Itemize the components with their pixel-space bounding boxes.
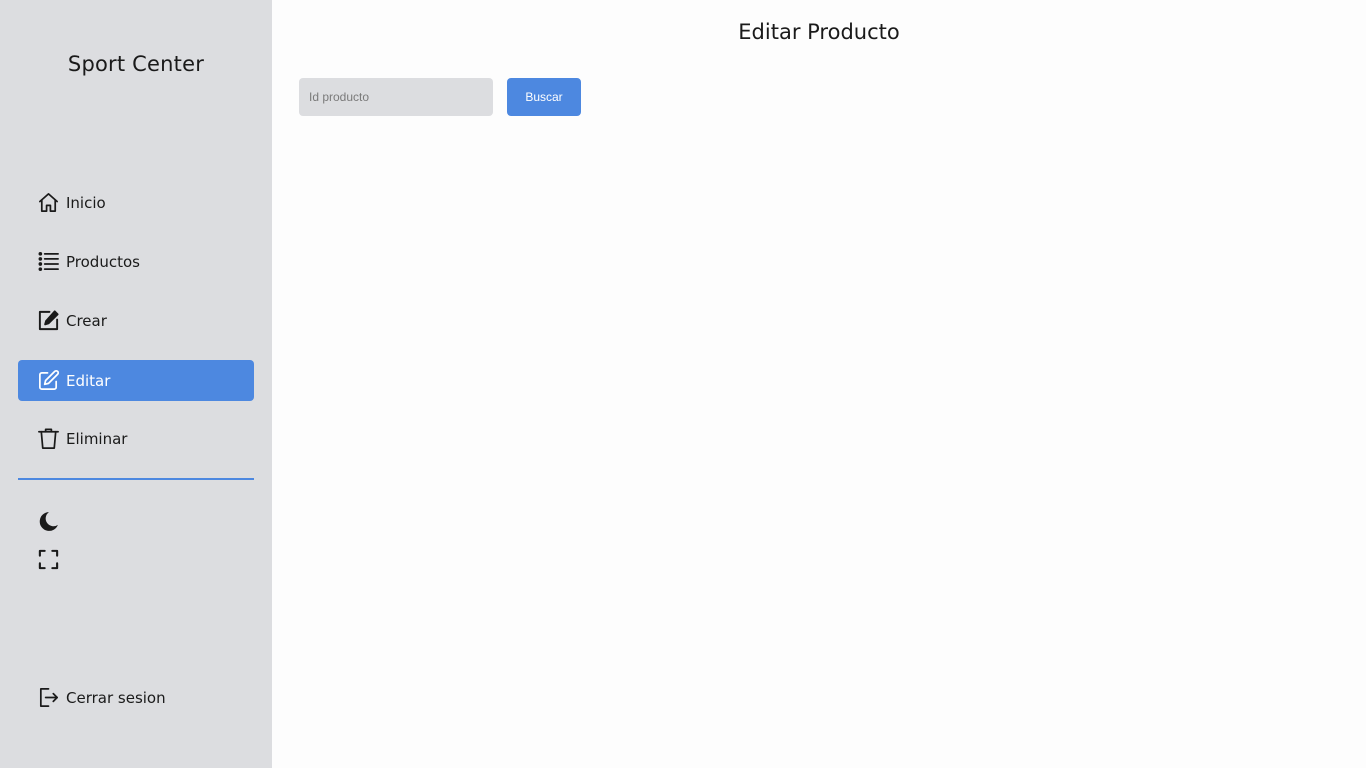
edit-icon bbox=[36, 369, 60, 393]
moon-icon bbox=[37, 510, 60, 537]
search-button[interactable]: Buscar bbox=[507, 78, 581, 116]
brand-title: Sport Center bbox=[67, 52, 205, 76]
sidebar-item-label: Crear bbox=[66, 311, 107, 330]
home-icon bbox=[36, 191, 60, 215]
sidebar-item-label: Inicio bbox=[66, 193, 106, 212]
logout-label: Cerrar sesion bbox=[66, 688, 166, 707]
sidebar-item-crear[interactable]: Crear bbox=[18, 300, 254, 341]
app-window: Sport Center Inicio Productos Crear Edit… bbox=[0, 0, 1366, 768]
main-content: Editar Producto Buscar bbox=[272, 0, 1366, 768]
sidebar-item-label: Productos bbox=[66, 252, 140, 271]
sidebar: Sport Center Inicio Productos Crear Edit… bbox=[0, 0, 272, 768]
product-id-input[interactable] bbox=[299, 78, 493, 116]
sidebar-item-inicio[interactable]: Inicio bbox=[18, 182, 254, 223]
trash-icon bbox=[36, 427, 60, 451]
sidebar-item-label: Eliminar bbox=[66, 429, 128, 448]
sidebar-item-eliminar[interactable]: Eliminar bbox=[18, 418, 254, 459]
page-title: Editar Producto bbox=[738, 20, 900, 44]
fullscreen-toggle[interactable] bbox=[36, 549, 60, 573]
sidebar-item-productos[interactable]: Productos bbox=[18, 241, 254, 282]
logout-icon bbox=[36, 686, 60, 710]
dark-mode-toggle[interactable] bbox=[36, 511, 60, 535]
sidebar-item-label: Editar bbox=[66, 371, 111, 390]
logout-button[interactable]: Cerrar sesion bbox=[18, 677, 254, 718]
create-icon bbox=[36, 309, 60, 333]
sidebar-divider bbox=[18, 478, 254, 480]
list-icon bbox=[36, 250, 60, 274]
sidebar-item-editar[interactable]: Editar bbox=[18, 360, 254, 401]
fullscreen-icon bbox=[37, 548, 60, 575]
